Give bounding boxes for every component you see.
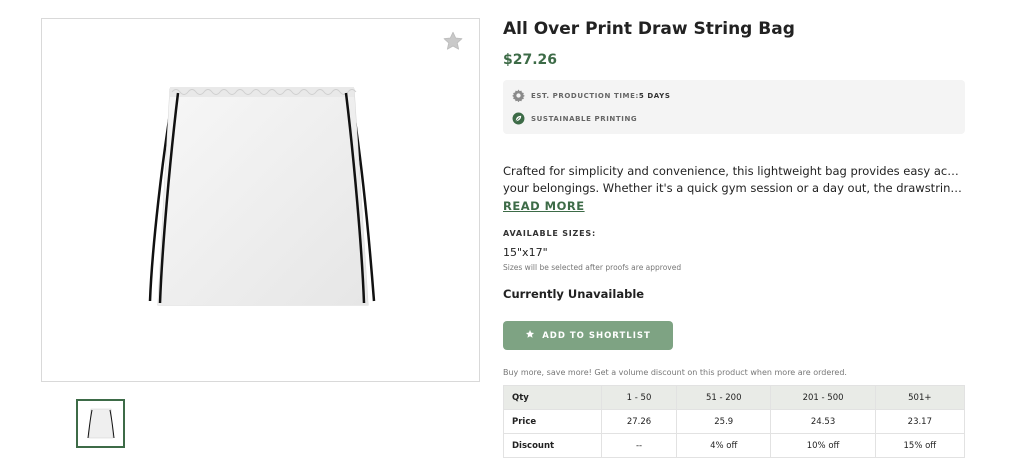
table-cell: 23.17 [874,409,966,434]
table-header-cell: Qty [503,385,602,410]
shortlist-button-label: ADD TO SHORTLIST [542,330,651,341]
table-row: Discount -- 4% off 10% off 15% off [503,433,966,458]
production-value: 5 DAYS [638,91,671,100]
table-cell: -- [600,433,678,458]
sizes-note: Sizes will be selected after proofs are … [503,263,682,272]
sizes-heading: AVAILABLE SIZES: [503,229,596,238]
table-cell: 4% off [676,433,772,458]
product-price: $27.26 [503,52,558,68]
table-cell: Price [503,409,602,434]
thumbnail-image[interactable] [76,399,125,448]
drawstring-bag-picture [142,79,382,329]
product-main-image[interactable] [41,18,480,382]
table-cell: Discount [503,433,602,458]
favorite-star-icon[interactable] [442,30,464,52]
volume-pricing-table: Qty 1 - 50 51 - 200 201 - 500 501+ Price… [503,385,966,458]
read-more-link[interactable]: READ MORE [503,199,585,213]
table-cell: 15% off [874,433,966,458]
table-cell: 10% off [770,433,876,458]
leaf-icon [512,112,525,125]
production-label: EST. PRODUCTION TIME: [531,91,639,100]
features-box: EST. PRODUCTION TIME: 5 DAYS SUSTAINABLE… [503,80,965,134]
table-header-cell: 1 - 50 [600,385,678,410]
star-icon [525,329,535,342]
table-header-cell: 201 - 500 [770,385,876,410]
description-line-2: your belongings. Whether it's a quick gy… [503,181,965,195]
sustainable-row: SUSTAINABLE PRINTING [512,112,637,125]
product-description: Crafted for simplicity and convenience, … [503,163,965,197]
table-row: Price 27.26 25.9 24.53 23.17 [503,409,966,434]
add-to-shortlist-button[interactable]: ADD TO SHORTLIST [503,321,673,350]
sustainable-label: SUSTAINABLE PRINTING [531,114,638,123]
table-header-cell: 51 - 200 [676,385,772,410]
table-cell: 25.9 [676,409,772,434]
table-cell: 24.53 [770,409,876,434]
size-value: 15"x17" [503,246,548,259]
volume-discount-note: Buy more, save more! Get a volume discou… [503,368,847,377]
gear-icon [512,89,525,102]
table-header-row: Qty 1 - 50 51 - 200 201 - 500 501+ [503,385,966,410]
table-header-cell: 501+ [874,385,966,410]
availability-status: Currently Unavailable [503,287,645,301]
table-cell: 27.26 [600,409,678,434]
production-time-row: EST. PRODUCTION TIME: 5 DAYS [512,89,670,102]
product-title: All Over Print Draw String Bag [503,19,795,39]
description-line-1: Crafted for simplicity and convenience, … [503,164,965,178]
